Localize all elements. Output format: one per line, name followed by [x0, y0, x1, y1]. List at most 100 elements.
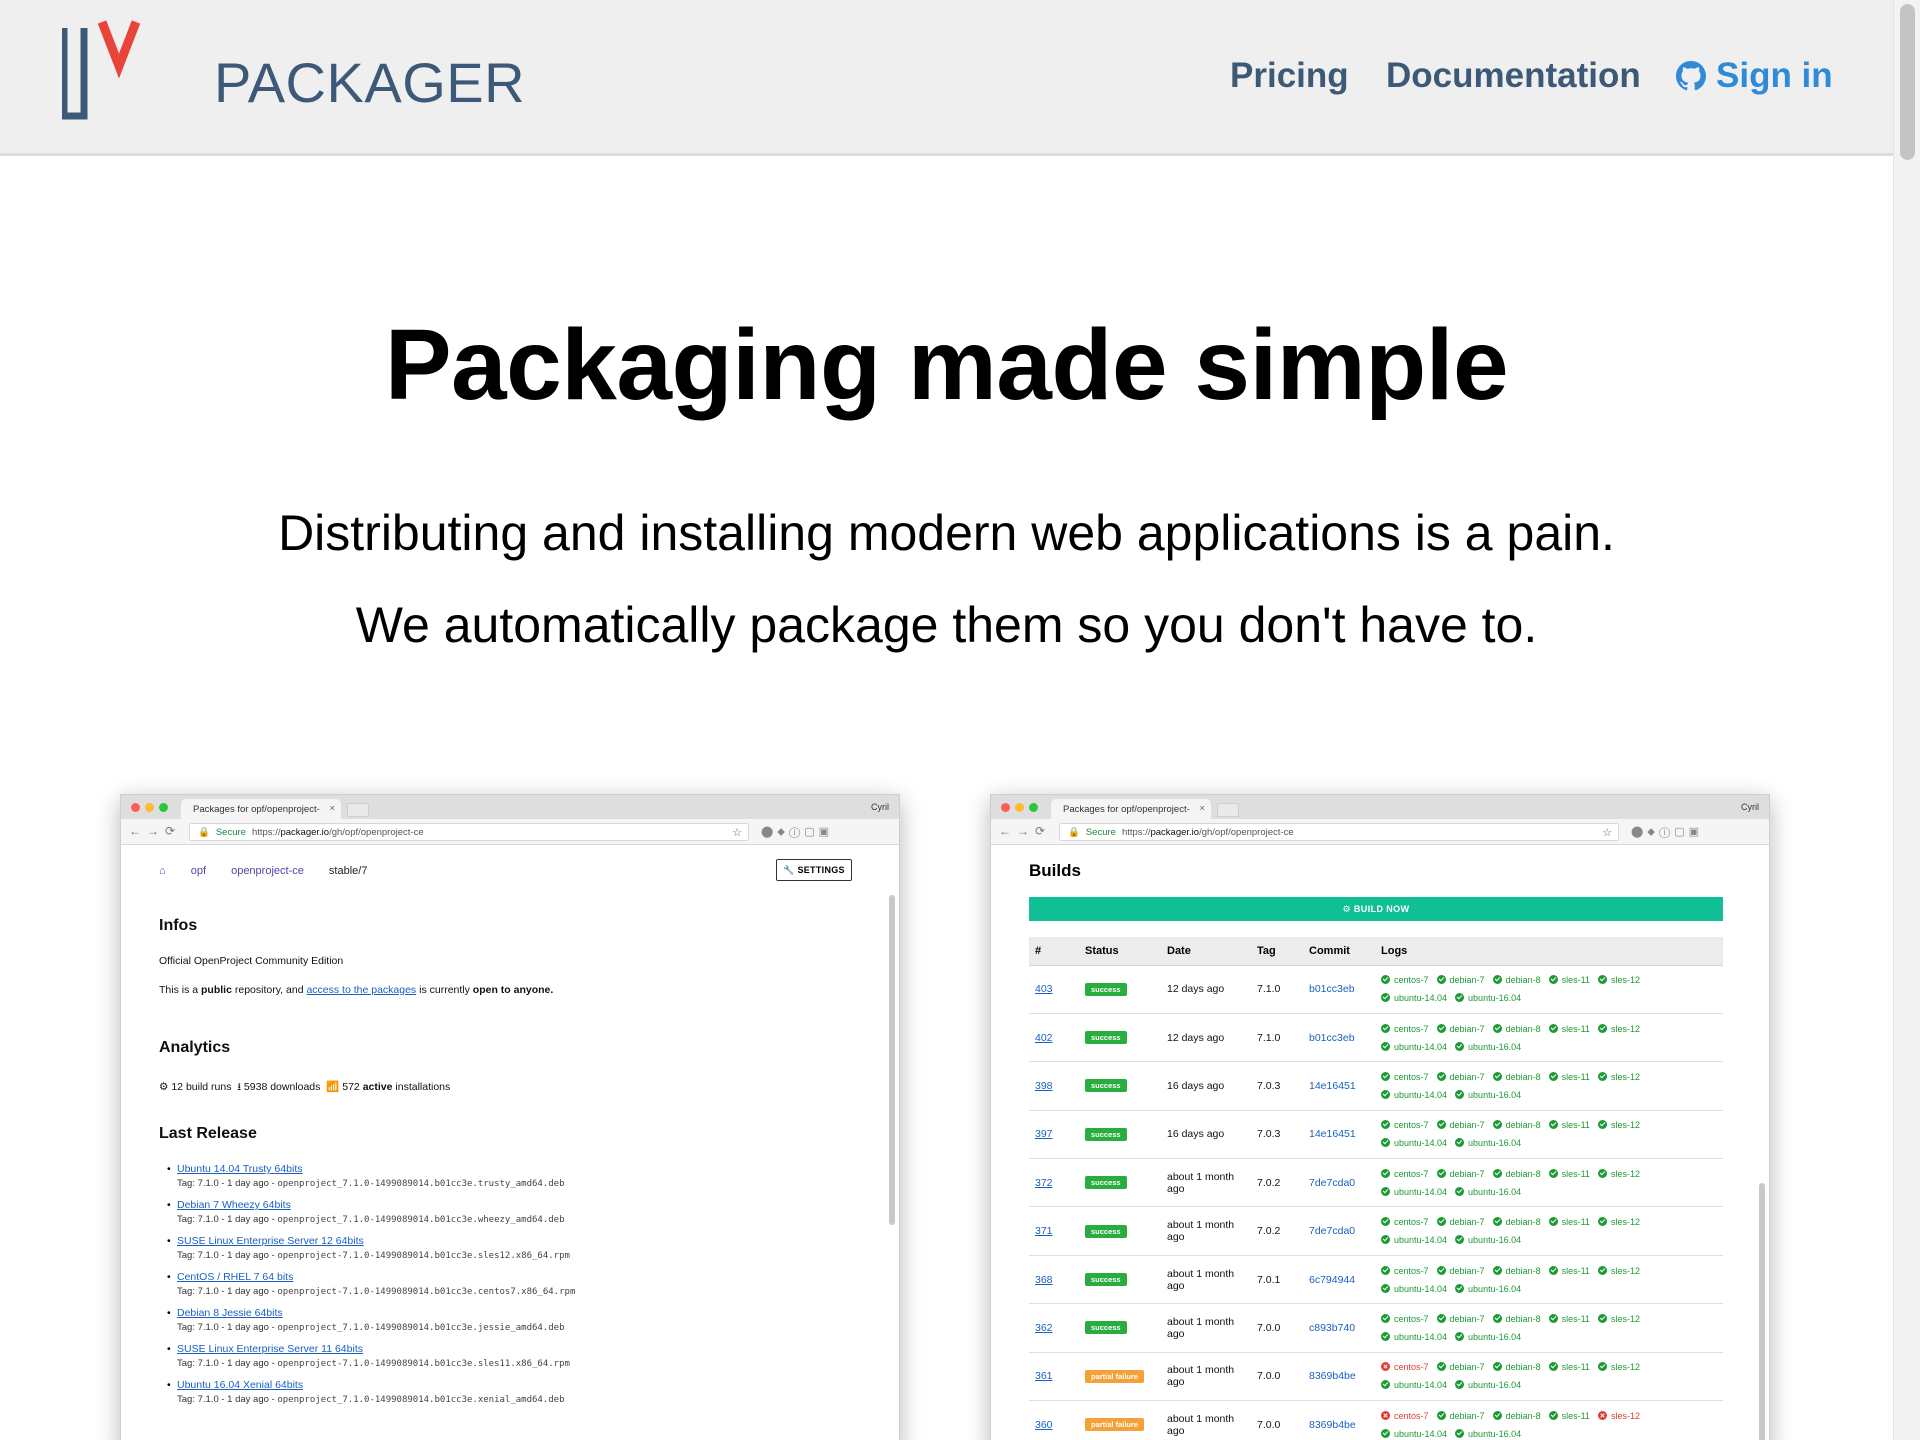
build-status-cell: success: [1079, 1110, 1161, 1160]
url-scheme: https://: [251, 827, 281, 838]
builds-table: # Status Date Tag Commit Logs 403 success…: [1029, 937, 1723, 1440]
release-tag: Tag: 7.1.0 - 1 day ago -: [177, 1322, 278, 1333]
screenshot-builds-page: Packages for opf/openproject- × Cyril ←→⟳…: [990, 794, 1770, 1440]
build-log-sles-12: sles-12: [1597, 1068, 1640, 1086]
browser-tab-title: Packages for opf/openproject-: [1063, 804, 1190, 815]
build-number-link: 398: [1035, 1079, 1053, 1092]
build-log-ubuntu-16.04: ubuntu-16.04: [1455, 1038, 1521, 1056]
downloads: 5938 downloads: [243, 1081, 321, 1093]
build-number-link: 368: [1035, 1273, 1053, 1286]
build-log-debian-8: debian-8: [1492, 1020, 1541, 1038]
build-log-label: sles-11: [1561, 1217, 1590, 1228]
release-file: openproject_7.1.0-1499089014.b01cc3e.xen…: [277, 1395, 565, 1405]
window-maximize-dot: [1029, 803, 1038, 812]
build-log-label: debian-7: [1449, 1217, 1485, 1228]
build-now-button: ⚙ BUILD NOW: [1029, 897, 1723, 921]
col-status: Status: [1079, 937, 1161, 966]
build-row: 361 partial failure about 1 month ago 7.0.0…: [1029, 1352, 1723, 1402]
status-badge: success: [1085, 1127, 1127, 1141]
secure-lock-icon: 🔒: [198, 827, 210, 838]
build-log-ubuntu-14.04: ubuntu-14.04: [1381, 1231, 1447, 1249]
build-log-label: ubuntu-14.04: [1394, 1186, 1448, 1197]
build-tag-cell: 7.0.2: [1251, 1206, 1303, 1256]
success-check-icon: [1455, 1428, 1465, 1438]
success-check-icon: [1548, 1023, 1558, 1033]
settings-label: SETTINGS: [797, 865, 845, 875]
success-check-icon: [1492, 1120, 1502, 1130]
build-log-sles-11: sles-11: [1548, 1358, 1590, 1376]
new-tab-icon: [347, 803, 369, 817]
top-navbar: PACKAGER Pricing Documentation Sign in: [0, 0, 1893, 156]
page-scrollbar-thumb[interactable]: [1900, 4, 1915, 160]
build-logs-cell: centos-7 debian-7 debian-8 sles-11 sles-12 ub…: [1375, 1352, 1723, 1402]
success-check-icon: [1455, 993, 1465, 1003]
browser-urlbar: ←→⟳ 🔒 Secure https://packager.io/gh/opf/op…: [121, 819, 899, 845]
success-check-icon: [1455, 1041, 1465, 1051]
nav-pricing-link[interactable]: Pricing: [1230, 56, 1349, 96]
success-check-icon: [1492, 1071, 1502, 1081]
build-date-cell: about 1 month ago: [1161, 1303, 1251, 1353]
build-log-sles-12: sles-12: [1597, 1407, 1640, 1425]
status-badge: success: [1085, 1273, 1127, 1287]
release-link: Ubuntu 14.04 Trusty 64bits: [177, 1163, 303, 1175]
secure-label: Secure: [1085, 827, 1116, 838]
build-logs-cell: centos-7 debian-7 debian-8 sles-11 sles-12 ub…: [1375, 1400, 1723, 1440]
build-log-sles-11: sles-11: [1548, 971, 1590, 989]
build-log-label: ubuntu-14.04: [1394, 1331, 1448, 1342]
build-log-ubuntu-16.04: ubuntu-16.04: [1455, 1280, 1521, 1298]
browser-urlbar: ←→⟳ 🔒 Secure https://packager.io/gh/opf/op…: [991, 819, 1769, 845]
build-log-centos-7: centos-7: [1381, 1213, 1429, 1231]
build-tag-cell: 7.0.2: [1251, 1158, 1303, 1208]
build-log-ubuntu-14.04: ubuntu-14.04: [1381, 1038, 1447, 1056]
build-tag-cell: 7.0.1: [1251, 1255, 1303, 1305]
brand-name[interactable]: PACKAGER: [214, 50, 525, 115]
build-log-label: debian-8: [1505, 1410, 1541, 1421]
repo-description: Official OpenProject Community Edition: [159, 955, 344, 967]
build-log-label: centos-7: [1394, 1410, 1429, 1421]
build-row: 360 partial failure about 1 month ago 7.0.0…: [1029, 1400, 1723, 1440]
release-link: CentOS / RHEL 7 64 bits: [177, 1271, 294, 1283]
build-log-debian-7: debian-7: [1436, 1165, 1485, 1183]
builds-heading: Builds: [1029, 861, 1081, 880]
success-check-icon: [1548, 1168, 1558, 1178]
build-log-label: ubuntu-16.04: [1468, 1041, 1522, 1052]
access-open: open to anyone.: [472, 984, 554, 996]
build-log-ubuntu-16.04: ubuntu-16.04: [1455, 1425, 1521, 1440]
success-check-icon: [1548, 975, 1558, 985]
success-check-icon: [1548, 1120, 1558, 1130]
analytics-stats: ⚙ 12 build runs ⭳ 5938 downloads 📶 572 a…: [159, 1079, 450, 1097]
breadcrumb: ⌂ opf openproject-ce stable/7: [159, 865, 389, 877]
build-tag-cell: 7.1.0: [1251, 1013, 1303, 1063]
success-check-icon: [1436, 1313, 1446, 1323]
build-log-label: ubuntu-16.04: [1468, 1186, 1522, 1197]
access-text: This is a public repository, and access …: [159, 984, 553, 996]
build-log-ubuntu-14.04: ubuntu-14.04: [1381, 1328, 1447, 1346]
nav-documentation-link[interactable]: Documentation: [1386, 56, 1641, 96]
success-check-icon: [1381, 1041, 1390, 1051]
packager-logo-icon[interactable]: [62, 18, 178, 122]
success-check-icon: [1381, 1217, 1390, 1227]
build-log-label: debian-7: [1449, 1071, 1485, 1082]
build-log-debian-7: debian-7: [1436, 1310, 1485, 1328]
github-icon: [1676, 61, 1706, 91]
nav-signin-link[interactable]: Sign in: [1676, 56, 1833, 96]
build-tag-cell: 7.1.0: [1251, 965, 1303, 1014]
success-check-icon: [1492, 1362, 1502, 1372]
release-tag: Tag: 7.1.0 - 1 day ago -: [177, 1358, 278, 1369]
build-log-centos-7: centos-7: [1381, 1116, 1429, 1134]
build-log-sles-11: sles-11: [1548, 1165, 1590, 1183]
build-log-debian-7: debian-7: [1436, 1020, 1485, 1038]
page-scrollbar[interactable]: [1893, 0, 1920, 1440]
fail-x-icon: [1597, 1410, 1607, 1420]
build-row: 398 success 16 days ago 7.0.3 14e16451 centos…: [1029, 1061, 1723, 1111]
build-number-cell: 368: [1029, 1255, 1079, 1305]
release-item: • Debian 8 Jessie 64bits Tag: 7.1.0 - 1 da…: [167, 1307, 565, 1333]
success-check-icon: [1381, 975, 1390, 985]
build-log-centos-7: centos-7: [1381, 1068, 1429, 1086]
browser-nav-icons: ←→⟳: [129, 824, 182, 838]
build-log-label: sles-12: [1610, 1120, 1640, 1131]
build-log-label: sles-11: [1561, 1313, 1590, 1324]
secure-lock-icon: 🔒: [1068, 827, 1080, 838]
extension-icons: ⬤⬥ⓘ▢▣: [1631, 826, 1704, 838]
inner-scrollbar: [889, 895, 895, 1225]
